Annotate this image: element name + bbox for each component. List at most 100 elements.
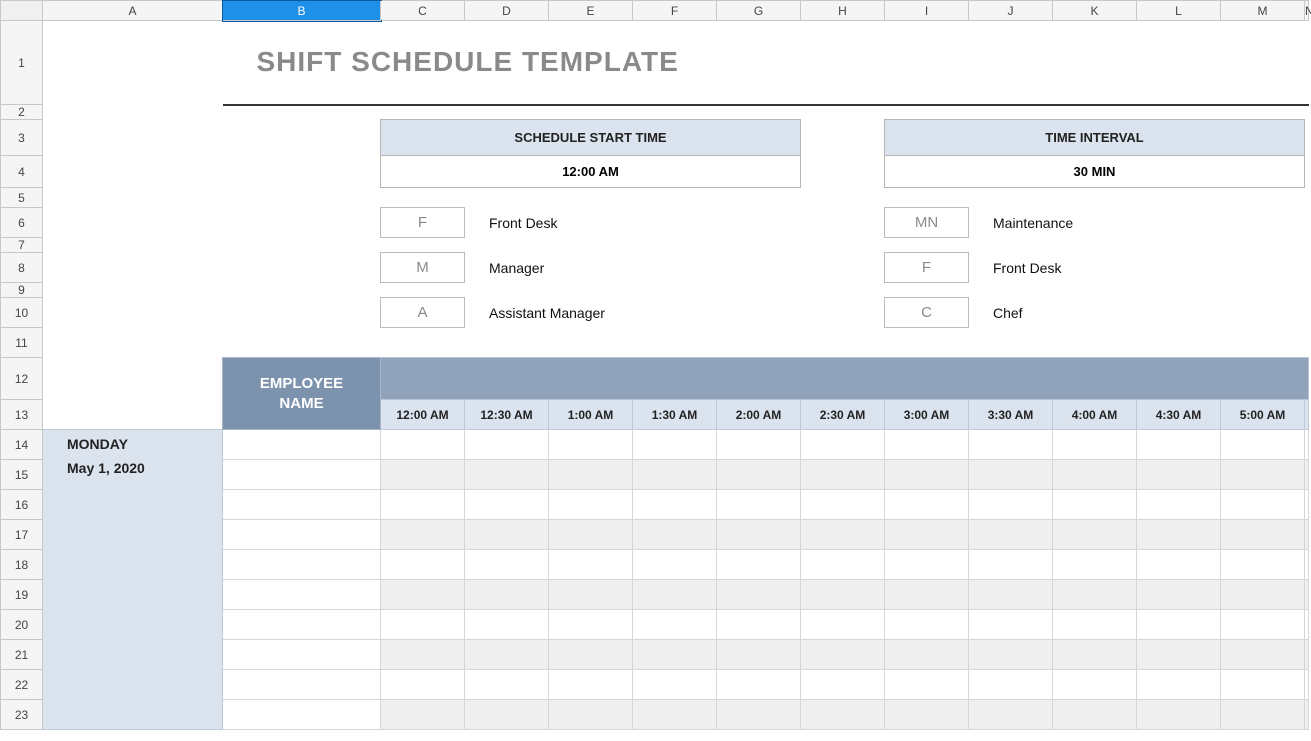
row-header-16[interactable]: 16 — [1, 490, 43, 520]
shift-cell[interactable] — [381, 550, 465, 580]
shift-cell[interactable] — [801, 670, 885, 700]
col-header-I[interactable]: I — [885, 1, 969, 21]
shift-cell[interactable] — [801, 550, 885, 580]
legend-code[interactable]: A — [381, 298, 465, 328]
row-header-2[interactable]: 2 — [1, 105, 43, 120]
row-header-17[interactable]: 17 — [1, 520, 43, 550]
shift-cell[interactable] — [381, 520, 465, 550]
shift-cell[interactable] — [801, 460, 885, 490]
shift-cell[interactable] — [1137, 520, 1221, 550]
shift-cell[interactable] — [885, 580, 969, 610]
col-header-D[interactable]: D — [465, 1, 549, 21]
shift-cell[interactable] — [1305, 490, 1309, 520]
shift-cell[interactable] — [1137, 610, 1221, 640]
col-header-K[interactable]: K — [1053, 1, 1137, 21]
shift-cell[interactable] — [465, 430, 549, 460]
shift-cell[interactable] — [717, 670, 801, 700]
row-header-20[interactable]: 20 — [1, 610, 43, 640]
shift-cell[interactable] — [633, 610, 717, 640]
shift-cell[interactable] — [969, 700, 1053, 730]
employee-cell[interactable] — [223, 670, 381, 700]
col-header-N[interactable]: N — [1305, 1, 1309, 21]
legend-code[interactable]: C — [885, 298, 969, 328]
employee-cell[interactable] — [223, 580, 381, 610]
shift-cell[interactable] — [381, 430, 465, 460]
legend-code[interactable]: M — [381, 253, 465, 283]
shift-cell[interactable] — [465, 550, 549, 580]
shift-cell[interactable] — [381, 700, 465, 730]
shift-cell[interactable] — [1053, 610, 1137, 640]
shift-cell[interactable] — [381, 610, 465, 640]
shift-cell[interactable] — [969, 610, 1053, 640]
shift-cell[interactable] — [633, 490, 717, 520]
row-header-6[interactable]: 6 — [1, 208, 43, 238]
shift-cell[interactable] — [969, 520, 1053, 550]
col-header-E[interactable]: E — [549, 1, 633, 21]
shift-cell[interactable] — [549, 610, 633, 640]
shift-cell[interactable] — [969, 550, 1053, 580]
row-header-11[interactable]: 11 — [1, 328, 43, 358]
shift-cell[interactable] — [1221, 700, 1305, 730]
employee-cell[interactable] — [223, 700, 381, 730]
shift-cell[interactable] — [801, 520, 885, 550]
shift-cell[interactable] — [465, 610, 549, 640]
shift-cell[interactable] — [969, 490, 1053, 520]
shift-cell[interactable] — [633, 670, 717, 700]
shift-cell[interactable] — [1053, 640, 1137, 670]
shift-cell[interactable] — [1305, 670, 1309, 700]
shift-cell[interactable] — [1221, 520, 1305, 550]
shift-cell[interactable] — [885, 490, 969, 520]
employee-cell[interactable] — [223, 520, 381, 550]
shift-cell[interactable] — [549, 520, 633, 550]
shift-cell[interactable] — [885, 550, 969, 580]
shift-cell[interactable] — [717, 490, 801, 520]
shift-cell[interactable] — [885, 640, 969, 670]
shift-cell[interactable] — [801, 430, 885, 460]
employee-cell[interactable] — [223, 640, 381, 670]
shift-cell[interactable] — [465, 490, 549, 520]
row-header-9[interactable]: 9 — [1, 283, 43, 298]
shift-cell[interactable] — [633, 700, 717, 730]
shift-cell[interactable] — [549, 430, 633, 460]
shift-cell[interactable] — [1305, 430, 1309, 460]
shift-cell[interactable] — [801, 700, 885, 730]
shift-cell[interactable] — [885, 670, 969, 700]
shift-cell[interactable] — [1137, 490, 1221, 520]
col-header-B[interactable]: B — [223, 1, 381, 21]
shift-cell[interactable] — [465, 640, 549, 670]
shift-cell[interactable] — [1305, 640, 1309, 670]
col-header-H[interactable]: H — [801, 1, 885, 21]
col-header-L[interactable]: L — [1137, 1, 1221, 21]
shift-cell[interactable] — [1137, 550, 1221, 580]
shift-cell[interactable] — [465, 700, 549, 730]
row-header-22[interactable]: 22 — [1, 670, 43, 700]
col-header-F[interactable]: F — [633, 1, 717, 21]
row-header-13[interactable]: 13 — [1, 400, 43, 430]
shift-cell[interactable] — [549, 640, 633, 670]
shift-cell[interactable] — [1053, 700, 1137, 730]
col-header-A[interactable]: A — [43, 1, 223, 21]
shift-cell[interactable] — [1053, 520, 1137, 550]
legend-code[interactable]: F — [885, 253, 969, 283]
col-header-C[interactable]: C — [381, 1, 465, 21]
row-header-10[interactable]: 10 — [1, 298, 43, 328]
shift-cell[interactable] — [1305, 610, 1309, 640]
shift-cell[interactable] — [717, 580, 801, 610]
shift-cell[interactable] — [885, 430, 969, 460]
shift-cell[interactable] — [549, 580, 633, 610]
legend-code[interactable]: F — [381, 208, 465, 238]
shift-cell[interactable] — [885, 520, 969, 550]
shift-cell[interactable] — [1221, 580, 1305, 610]
col-header-M[interactable]: M — [1221, 1, 1305, 21]
shift-cell[interactable] — [1137, 700, 1221, 730]
shift-cell[interactable] — [717, 640, 801, 670]
shift-cell[interactable] — [633, 520, 717, 550]
shift-cell[interactable] — [1305, 580, 1309, 610]
shift-cell[interactable] — [549, 460, 633, 490]
shift-cell[interactable] — [717, 430, 801, 460]
legend-code[interactable]: MN — [885, 208, 969, 238]
shift-cell[interactable] — [381, 670, 465, 700]
shift-cell[interactable] — [1053, 430, 1137, 460]
shift-cell[interactable] — [1221, 640, 1305, 670]
shift-cell[interactable] — [549, 670, 633, 700]
